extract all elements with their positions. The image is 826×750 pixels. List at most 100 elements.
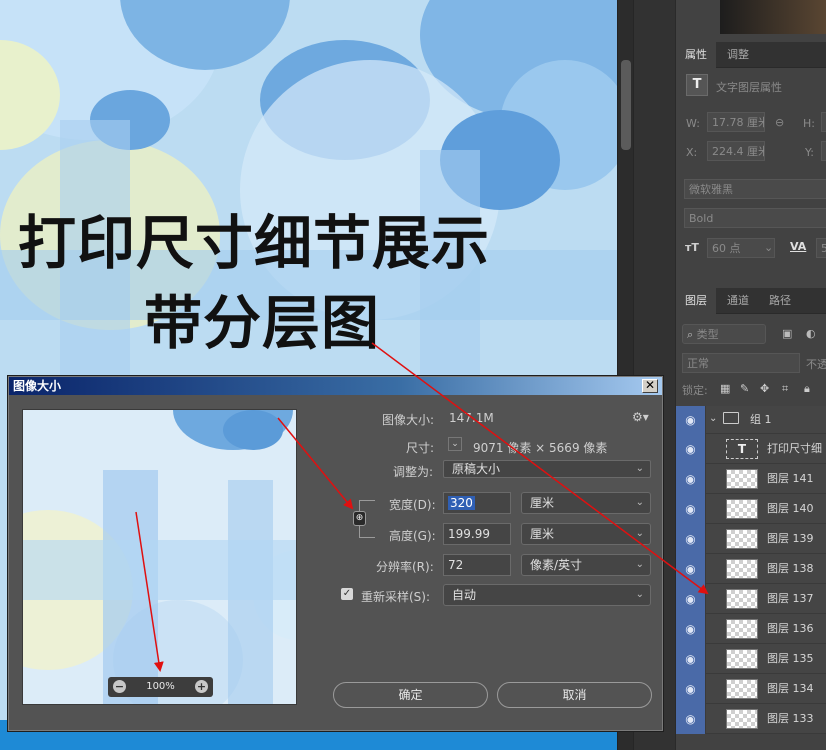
image-size-value: 147.1M	[449, 411, 494, 425]
search-icon: ⌕	[687, 328, 694, 341]
navigator-thumbnail	[720, 0, 826, 34]
dialog-title: 图像大小	[13, 379, 62, 393]
font-style-select[interactable]: Bold	[684, 208, 826, 228]
w-label: W:	[686, 117, 700, 130]
x-label: X:	[686, 146, 698, 159]
constrain-link-icon[interactable]: ⊕	[353, 511, 366, 526]
lock-paint-icon[interactable]: ✎	[740, 382, 749, 395]
chevron-down-icon: ⌄	[635, 589, 644, 600]
blend-mode-select[interactable]: 正常	[682, 353, 800, 373]
right-panel: 属性 调整 T 文字图层属性 W: 17.78 厘米 ⊖ H: X: 224.4…	[675, 0, 826, 750]
layers-tabs: 图层 通道 路径	[676, 288, 826, 314]
layer-name: 图层 141	[767, 472, 814, 485]
height-unit-select[interactable]: 厘米 ⌄	[521, 523, 651, 545]
layer-row[interactable]: ◉ 图层 141	[676, 464, 826, 494]
text-layer-row[interactable]: ◉ T 打印尺寸细	[676, 434, 826, 464]
fit-to-select[interactable]: 原稿大小 ⌄	[443, 460, 651, 478]
layer-thumbnail	[726, 649, 758, 669]
visibility-eye-icon[interactable]: ◉	[676, 704, 706, 734]
layer-filter-select[interactable]: ⌕ 类型	[682, 324, 766, 344]
resolution-field[interactable]: 72	[443, 554, 511, 576]
visibility-eye-icon[interactable]: ◉	[676, 494, 706, 524]
width-unit: 厘米	[530, 496, 555, 510]
width-label: 宽度(D):	[389, 498, 436, 512]
visibility-eye-icon[interactable]: ◉	[676, 674, 706, 704]
text-layer-thumb-icon: T	[726, 439, 758, 459]
chevron-down-icon[interactable]: ⌄	[709, 413, 717, 424]
height-field[interactable]: 199.99	[443, 523, 511, 545]
ok-button[interactable]: 确定	[333, 682, 488, 708]
resample-checkbox[interactable]: ✓	[341, 588, 353, 600]
lock-move-icon[interactable]: ✥	[760, 382, 769, 395]
layer-thumbnail	[726, 619, 758, 639]
tab-layers[interactable]: 图层	[676, 288, 716, 314]
width-value: 320	[448, 496, 475, 510]
layer-row[interactable]: ◉ 图层 139	[676, 524, 826, 554]
visibility-eye-icon[interactable]: ◉	[676, 554, 706, 584]
preview-bubble	[223, 410, 283, 450]
visibility-eye-icon[interactable]: ◉	[676, 434, 706, 464]
opacity-label: 不透	[806, 358, 826, 371]
tab-properties[interactable]: 属性	[676, 42, 716, 68]
font-size-chevron-icon[interactable]: ⌄	[764, 241, 773, 254]
layers-list: ◉ ⌄ 组 1 ◉ T 打印尺寸细 ◉ 图层 141 ◉ 图层 140 ◉ 图层 13…	[676, 406, 826, 734]
layer-row[interactable]: ◉ 图层 135	[676, 644, 826, 674]
layer-row[interactable]: ◉ 图层 138	[676, 554, 826, 584]
layer-thumbnail	[726, 529, 758, 549]
layer-row[interactable]: ◉ 图层 136	[676, 614, 826, 644]
font-family-select[interactable]: 微软雅黑	[684, 179, 826, 199]
layer-thumbnail	[726, 709, 758, 729]
lock-transparent-icon[interactable]: ▦	[720, 382, 730, 395]
image-preview[interactable]: − 100% +	[22, 409, 297, 705]
tracking-field[interactable]: 50	[816, 238, 826, 258]
layer-thumbnail	[726, 679, 758, 699]
width-field[interactable]: 320	[443, 492, 511, 514]
resample-select[interactable]: 自动 ⌄	[443, 584, 651, 606]
x-field[interactable]: 224.4 厘米	[707, 141, 765, 161]
scrollbar-thumb[interactable]	[621, 60, 631, 150]
height-unit: 厘米	[530, 527, 555, 541]
tab-adjustments[interactable]: 调整	[718, 42, 758, 68]
folder-icon	[723, 412, 739, 424]
y-field[interactable]	[821, 141, 826, 161]
h-field[interactable]	[821, 112, 826, 132]
cancel-button[interactable]: 取消	[497, 682, 652, 708]
lock-all-icon[interactable]: 🔒︎	[804, 382, 810, 396]
adjustment-filter-icon[interactable]: ◐	[806, 327, 816, 340]
link-icon[interactable]: ⊖	[775, 116, 784, 129]
w-field[interactable]: 17.78 厘米	[707, 112, 765, 132]
zoom-in-icon[interactable]: +	[195, 680, 208, 693]
y-label: Y:	[805, 146, 814, 159]
fit-to-label: 调整为:	[393, 465, 434, 479]
layer-group-row[interactable]: ◉ ⌄ 组 1	[676, 406, 826, 434]
headline-line-1: 打印尺寸细节展示	[18, 209, 491, 277]
image-size-label: 图像大小:	[382, 413, 435, 427]
close-icon[interactable]: ✕	[642, 379, 658, 393]
layer-thumbnail	[726, 559, 758, 579]
chevron-down-icon: ⌄	[635, 463, 644, 474]
visibility-eye-icon[interactable]: ◉	[676, 614, 706, 644]
width-unit-select[interactable]: 厘米 ⌄	[521, 492, 651, 514]
layer-row[interactable]: ◉ 图层 133	[676, 704, 826, 734]
dialog-titlebar[interactable]: 图像大小 ✕	[9, 377, 662, 395]
image-filter-icon[interactable]: ▣	[782, 327, 792, 340]
lock-artboard-icon[interactable]: ⌗	[782, 382, 788, 396]
dimensions-chevron-icon[interactable]: ⌄	[448, 437, 462, 451]
settings-gear-icon[interactable]: ⚙▾	[632, 410, 649, 424]
tab-paths[interactable]: 路径	[760, 288, 800, 314]
resolution-unit-select[interactable]: 像素/英寸 ⌄	[521, 554, 651, 576]
visibility-eye-icon[interactable]: ◉	[676, 464, 706, 494]
resample-value: 自动	[452, 588, 477, 602]
chevron-down-icon: ⌄	[635, 497, 644, 508]
visibility-eye-icon[interactable]: ◉	[676, 644, 706, 674]
layer-name: 图层 140	[767, 502, 814, 515]
dimensions-label: 尺寸:	[406, 441, 435, 455]
layer-row[interactable]: ◉ 图层 140	[676, 494, 826, 524]
visibility-eye-icon[interactable]: ◉	[676, 584, 706, 614]
layer-row[interactable]: ◉ 图层 134	[676, 674, 826, 704]
layer-thumbnail	[726, 499, 758, 519]
layer-row[interactable]: ◉ 图层 137	[676, 584, 826, 614]
tab-channels[interactable]: 通道	[718, 288, 758, 314]
visibility-eye-icon[interactable]: ◉	[676, 524, 706, 554]
visibility-eye-icon[interactable]: ◉	[676, 406, 706, 434]
